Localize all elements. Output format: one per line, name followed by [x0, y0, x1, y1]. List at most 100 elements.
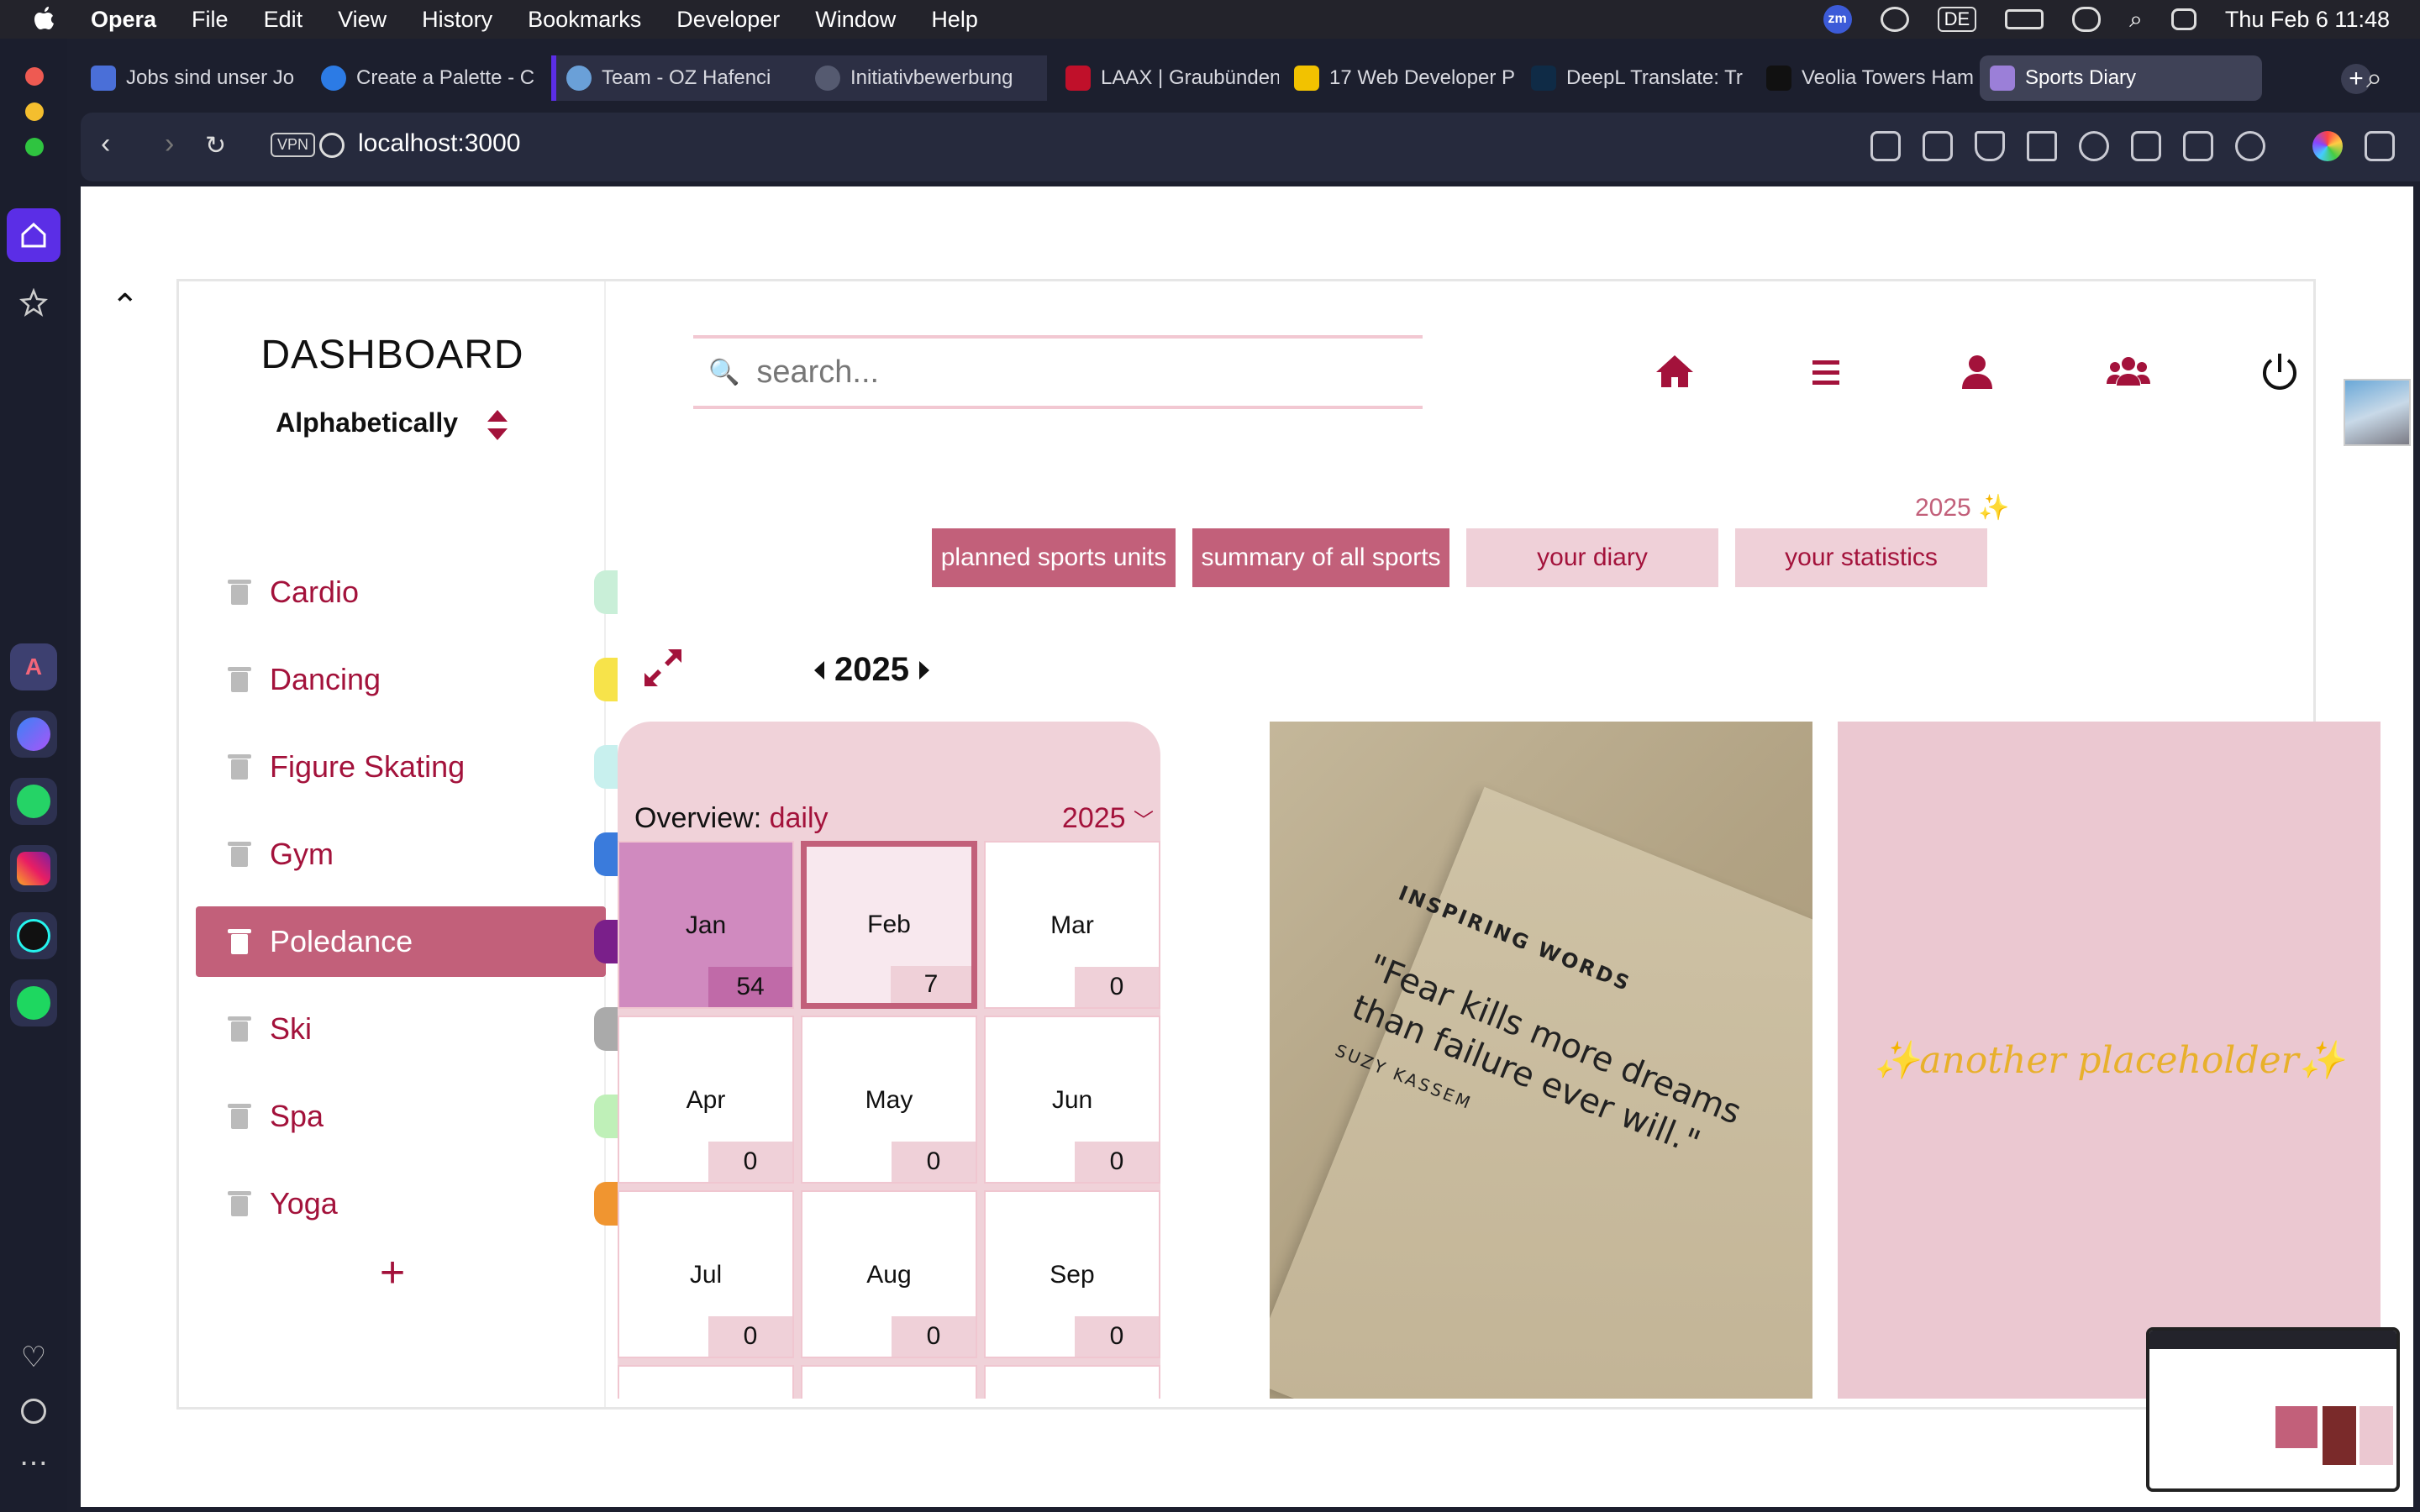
tab-sports-diary[interactable]: Sports Diary: [1980, 55, 2262, 101]
month-cell-may[interactable]: May 0: [801, 1016, 977, 1184]
menu-icon[interactable]: [1802, 349, 1849, 396]
apple-icon[interactable]: [30, 5, 57, 34]
spotlight-search-icon[interactable]: ⌕: [2129, 6, 2143, 34]
menu-app-name[interactable]: Opera: [91, 7, 156, 33]
sidebar-app-whatsapp[interactable]: [10, 778, 57, 825]
overview-mode[interactable]: daily: [770, 802, 829, 834]
month-cell-jun[interactable]: Jun 0: [984, 1016, 1160, 1184]
month-cell-partial[interactable]: [618, 1365, 794, 1399]
heart-icon[interactable]: [2079, 131, 2109, 161]
tab-search-icon[interactable]: ⌕: [2366, 62, 2382, 95]
tab-laax[interactable]: LAAX | Graubünden: [1055, 55, 1279, 101]
menu-file[interactable]: File: [192, 7, 229, 33]
input-source-indicator[interactable]: DE: [1937, 7, 1977, 32]
url-field[interactable]: localhost:3000: [358, 129, 520, 158]
play-status-icon[interactable]: [1880, 7, 1909, 32]
power-icon[interactable]: [2256, 349, 2303, 396]
month-cell-mar[interactable]: Mar 0: [984, 841, 1160, 1009]
sport-item-gym[interactable]: Gym: [196, 819, 618, 890]
overview-year-select[interactable]: 2025 ﹀: [1062, 802, 1154, 835]
sort-arrows-icon[interactable]: [486, 408, 509, 442]
month-cell-jan[interactable]: Jan 54: [618, 841, 794, 1009]
month-cell-partial[interactable]: [984, 1365, 1160, 1399]
shield-icon[interactable]: [1975, 131, 2005, 161]
search-input[interactable]: [755, 353, 1394, 391]
sidebar-app-aria[interactable]: A: [10, 643, 57, 690]
next-year-icon[interactable]: [918, 660, 929, 680]
sport-item-poledance[interactable]: Poledance: [196, 906, 618, 977]
trash-icon[interactable]: [228, 1104, 251, 1129]
profile-icon[interactable]: [2235, 131, 2265, 161]
easy-setup-icon[interactable]: [2183, 131, 2213, 161]
reload-button[interactable]: ↻: [205, 131, 226, 160]
tab-initiativbewerbung[interactable]: Initiativbewerbung: [805, 55, 1047, 101]
add-sport-button[interactable]: +: [179, 1247, 606, 1298]
tab-your-diary[interactable]: your diary: [1466, 528, 1718, 587]
sport-item-spa[interactable]: Spa: [196, 1081, 618, 1152]
trash-icon[interactable]: [228, 929, 251, 954]
snapshot-icon[interactable]: [1923, 131, 1953, 161]
user-icon[interactable]: [1954, 349, 2001, 396]
tab-veolia[interactable]: Veolia Towers Ham: [1756, 55, 1985, 101]
forward-button[interactable]: ›: [165, 128, 174, 160]
trash-icon[interactable]: [228, 1016, 251, 1042]
trash-icon[interactable]: [228, 580, 251, 605]
menu-view[interactable]: View: [338, 7, 387, 33]
menu-edit[interactable]: Edit: [264, 7, 303, 33]
screenshot-thumbnail[interactable]: [2146, 1327, 2400, 1492]
menu-developer[interactable]: Developer: [676, 7, 780, 33]
trash-icon[interactable]: [228, 1191, 251, 1216]
month-cell-apr[interactable]: Apr 0: [618, 1016, 794, 1184]
sort-control[interactable]: Alphabetically: [179, 407, 606, 442]
menu-history[interactable]: History: [422, 7, 492, 33]
site-info-icon[interactable]: [319, 133, 345, 158]
month-cell-sep[interactable]: Sep 0: [984, 1190, 1160, 1358]
menubar-clock[interactable]: Thu Feb 6 11:48: [2225, 7, 2390, 33]
download-icon[interactable]: [2131, 131, 2161, 161]
back-button[interactable]: ‹: [101, 128, 110, 160]
sidebar-app-instagram[interactable]: [10, 845, 57, 892]
tab-web-developer[interactable]: 17 Web Developer P: [1284, 55, 1521, 101]
sidebar-app-spotify[interactable]: [10, 979, 57, 1026]
tab-your-statistics[interactable]: your statistics: [1735, 528, 1987, 587]
sport-item-cardio[interactable]: Cardio: [196, 557, 618, 627]
control-center-icon[interactable]: [2170, 8, 2196, 30]
sidebar-app-messenger[interactable]: [10, 711, 57, 758]
month-cell-feb[interactable]: Feb 7: [801, 841, 977, 1009]
tab-jobs[interactable]: Jobs sind unser Jo: [81, 55, 323, 101]
vpn-badge[interactable]: VPN: [271, 133, 316, 157]
window-close-button[interactable]: [25, 67, 44, 86]
month-cell-jul[interactable]: Jul 0: [618, 1190, 794, 1358]
sidebar-app-tiktok[interactable]: [10, 912, 57, 959]
share-icon[interactable]: [1870, 131, 1901, 161]
collapse-chevron-up-icon[interactable]: ⌃: [111, 287, 139, 326]
window-zoom-button[interactable]: [25, 138, 44, 156]
send-icon[interactable]: [2027, 131, 2057, 161]
link-icon[interactable]: [2072, 7, 2102, 32]
cube-icon[interactable]: [2365, 131, 2395, 161]
sidebar-bookmarks-button[interactable]: [7, 276, 60, 329]
trash-icon[interactable]: [228, 842, 251, 867]
tab-deepl[interactable]: DeepL Translate: Tr: [1521, 55, 1758, 101]
trash-icon[interactable]: [228, 754, 251, 780]
user-avatar[interactable]: [2344, 379, 2411, 446]
sport-item-yoga[interactable]: Yoga: [196, 1168, 618, 1239]
window-minimize-button[interactable]: [25, 102, 44, 121]
menu-help[interactable]: Help: [931, 7, 978, 33]
zoom-icon[interactable]: zm: [1823, 5, 1852, 34]
battery-icon[interactable]: [2005, 9, 2044, 29]
home-icon[interactable]: [1651, 349, 1698, 396]
sidebar-more-button[interactable]: ⋯: [7, 1436, 60, 1490]
tab-planned-sports-units[interactable]: planned sports units: [932, 528, 1176, 587]
month-cell-partial[interactable]: [801, 1365, 977, 1399]
sport-item-dancing[interactable]: Dancing: [196, 644, 618, 715]
prev-year-icon[interactable]: [814, 660, 824, 680]
color-wheel-icon[interactable]: [2312, 131, 2343, 161]
trash-icon[interactable]: [228, 667, 251, 692]
sport-item-ski[interactable]: Ski: [196, 994, 618, 1064]
sidebar-history-button[interactable]: [7, 1384, 60, 1438]
menu-window[interactable]: Window: [815, 7, 896, 33]
sidebar-home-button[interactable]: [7, 208, 60, 262]
month-cell-aug[interactable]: Aug 0: [801, 1190, 977, 1358]
users-group-icon[interactable]: [2105, 349, 2152, 396]
